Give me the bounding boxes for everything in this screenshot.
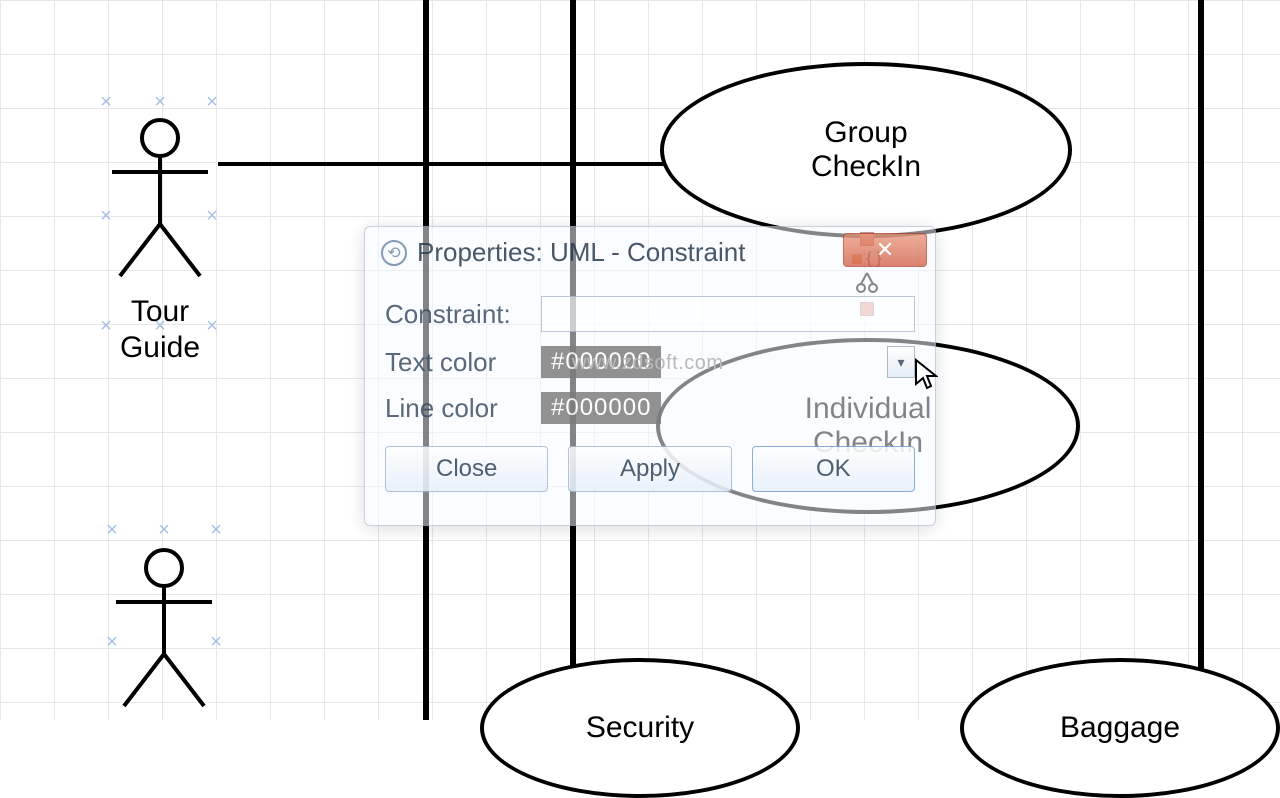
- properties-dialog[interactable]: ⟲ Properties: UML - Constraint ✕ Constra…: [364, 226, 936, 526]
- usecase-security[interactable]: Security: [480, 658, 800, 798]
- dialog-close-button[interactable]: ✕: [843, 233, 927, 267]
- selection-marker: ×: [210, 632, 222, 655]
- usecase-label: Group CheckIn: [811, 116, 921, 185]
- selection-marker: ×: [206, 316, 218, 339]
- selection-marker: ×: [210, 520, 222, 543]
- usecase-label: Security: [586, 711, 694, 746]
- selection-marker: ×: [100, 92, 112, 115]
- dialog-title-text: Properties: UML - Constraint: [417, 237, 745, 268]
- actor-stick-figure-icon: [100, 116, 220, 286]
- line-color-label: Line color: [385, 393, 525, 424]
- constraint-field-label: Constraint:: [385, 299, 525, 330]
- selection-marker: ×: [106, 632, 118, 655]
- system-boundary-right: [1198, 0, 1204, 720]
- constraint-input[interactable]: [541, 296, 915, 332]
- selection-marker: ×: [154, 316, 166, 339]
- actor-stick-figure-icon: [104, 546, 224, 716]
- selection-marker: ×: [100, 316, 112, 339]
- ok-button[interactable]: OK: [752, 446, 915, 492]
- usecase-label: Baggage: [1060, 711, 1180, 746]
- watermark-text: www.zdsoft.com: [572, 352, 723, 375]
- association-line[interactable]: [218, 162, 670, 166]
- usecase-group-checkin[interactable]: Group CheckIn: [660, 62, 1072, 238]
- mouse-cursor-icon: [914, 358, 938, 390]
- dialog-titlebar[interactable]: ⟲ Properties: UML - Constraint ✕: [365, 227, 935, 274]
- text-color-dropdown[interactable]: ▾: [887, 346, 915, 378]
- apply-button[interactable]: Apply: [568, 446, 731, 492]
- selection-marker: ×: [206, 206, 218, 229]
- usecase-baggage[interactable]: Baggage: [960, 658, 1280, 798]
- selection-marker: ×: [206, 92, 218, 115]
- close-icon: ✕: [876, 237, 894, 263]
- actor-passenger[interactable]: [104, 546, 224, 716]
- selection-marker: ×: [154, 92, 166, 115]
- selection-marker: ×: [100, 206, 112, 229]
- text-color-label: Text color: [385, 347, 525, 378]
- line-color-value[interactable]: #000000: [541, 392, 661, 424]
- close-button[interactable]: Close: [385, 446, 548, 492]
- dialog-icon: ⟲: [381, 240, 407, 266]
- chevron-down-icon: ▾: [897, 354, 904, 371]
- selection-marker: ×: [158, 520, 170, 543]
- selection-marker: ×: [106, 520, 118, 543]
